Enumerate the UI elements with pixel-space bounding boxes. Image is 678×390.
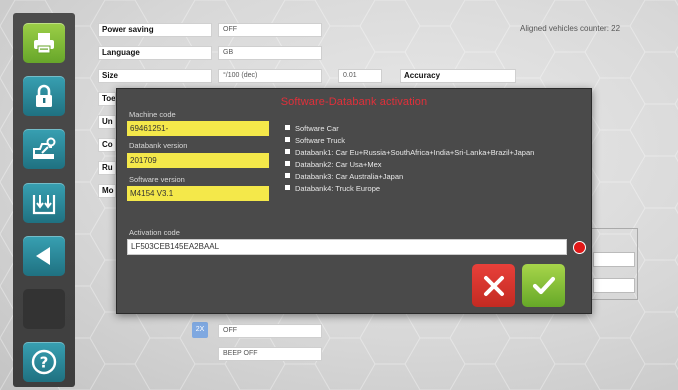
co-label: Co xyxy=(98,138,116,152)
car-lift-button[interactable] xyxy=(23,129,65,169)
bottom-value-2[interactable]: BEEP OFF xyxy=(218,347,322,361)
power-saving-label: Power saving xyxy=(98,23,212,37)
toe-label: Toe xyxy=(98,92,116,106)
language-label: Language xyxy=(98,46,212,60)
svg-text:?: ? xyxy=(40,354,49,372)
option-software-car[interactable]: Software Car xyxy=(285,124,339,134)
option-label: Databank1: Car Eu+Russia+SouthAfrica+Ind… xyxy=(295,148,535,157)
checkbox-icon[interactable] xyxy=(285,137,290,142)
option-databank2[interactable]: Databank2: Car Usa+Mex xyxy=(285,160,382,170)
twox-badge[interactable]: 2X xyxy=(192,322,208,338)
un-label: Un xyxy=(98,115,116,129)
print-button[interactable] xyxy=(23,23,65,63)
option-software-truck[interactable]: Software Truck xyxy=(285,136,345,146)
machine-code-label: Machine code xyxy=(129,110,176,119)
app-screen: ? Power saving OFF Aligned vehicles coun… xyxy=(0,0,678,390)
language-value[interactable]: GB xyxy=(218,46,322,60)
size-label: Size xyxy=(98,69,212,83)
close-icon xyxy=(483,275,504,296)
option-databank3[interactable]: Databank3: Car Australia+Japan xyxy=(285,172,403,182)
sidebar: ? xyxy=(13,13,75,387)
empty-button[interactable] xyxy=(23,289,65,329)
option-databank1[interactable]: Databank1: Car Eu+Russia+SouthAfrica+Ind… xyxy=(285,148,534,158)
option-label: Software Car xyxy=(295,124,339,133)
download-icon xyxy=(32,195,56,215)
checkmark-icon xyxy=(532,276,555,294)
printer-icon xyxy=(34,33,54,54)
activation-code-input[interactable]: LF503CEB145EA2BAAL xyxy=(127,239,567,255)
accuracy-label: Accuracy xyxy=(400,69,516,83)
car-lift-icon xyxy=(33,137,56,159)
databank-version-field: 201709 xyxy=(127,153,269,168)
cancel-button[interactable] xyxy=(472,264,515,307)
status-indicator-icon xyxy=(573,241,586,254)
size-unit-value[interactable]: °/100 (dec) xyxy=(218,69,322,83)
checkbox-icon[interactable] xyxy=(285,161,290,166)
help-icon: ? xyxy=(31,349,57,375)
power-saving-value[interactable]: OFF xyxy=(218,23,322,37)
right-input-1[interactable] xyxy=(593,252,635,267)
checkbox-icon[interactable] xyxy=(285,149,290,154)
confirm-button[interactable] xyxy=(522,264,565,307)
software-version-label: Software version xyxy=(129,175,185,184)
right-input-2[interactable] xyxy=(593,278,635,293)
lock-icon xyxy=(36,84,52,107)
option-label: Databank2: Car Usa+Mex xyxy=(295,160,382,169)
dialog-title: Software-Databank activation xyxy=(280,96,428,108)
checkbox-icon[interactable] xyxy=(285,185,290,190)
databank-version-label: Databank version xyxy=(129,141,188,150)
aligned-vehicles-counter: Aligned vehicles counter: 22 xyxy=(520,24,621,33)
size-step-value[interactable]: 0.01 xyxy=(338,69,382,83)
activation-code-label: Activation code xyxy=(129,228,180,237)
help-button[interactable]: ? xyxy=(23,342,65,382)
back-button[interactable] xyxy=(23,236,65,276)
activation-dialog: Software-Databank activation Machine cod… xyxy=(116,88,592,314)
option-databank4[interactable]: Databank4: Truck Europe xyxy=(285,184,380,194)
option-label: Databank3: Car Australia+Japan xyxy=(295,172,404,181)
download-button[interactable] xyxy=(23,183,65,223)
checkbox-icon[interactable] xyxy=(285,173,290,178)
bottom-value-1[interactable]: OFF xyxy=(218,324,322,338)
option-label: Software Truck xyxy=(295,136,346,145)
software-version-field: M4154 V3.1 xyxy=(127,186,269,201)
ru-label: Ru xyxy=(98,161,116,175)
mo-label: Mo xyxy=(98,184,116,198)
option-label: Databank4: Truck Europe xyxy=(295,184,381,193)
machine-code-field: 69461251- xyxy=(127,121,269,136)
lock-button[interactable] xyxy=(23,76,65,116)
back-arrow-icon xyxy=(36,247,50,265)
checkbox-icon[interactable] xyxy=(285,125,290,130)
